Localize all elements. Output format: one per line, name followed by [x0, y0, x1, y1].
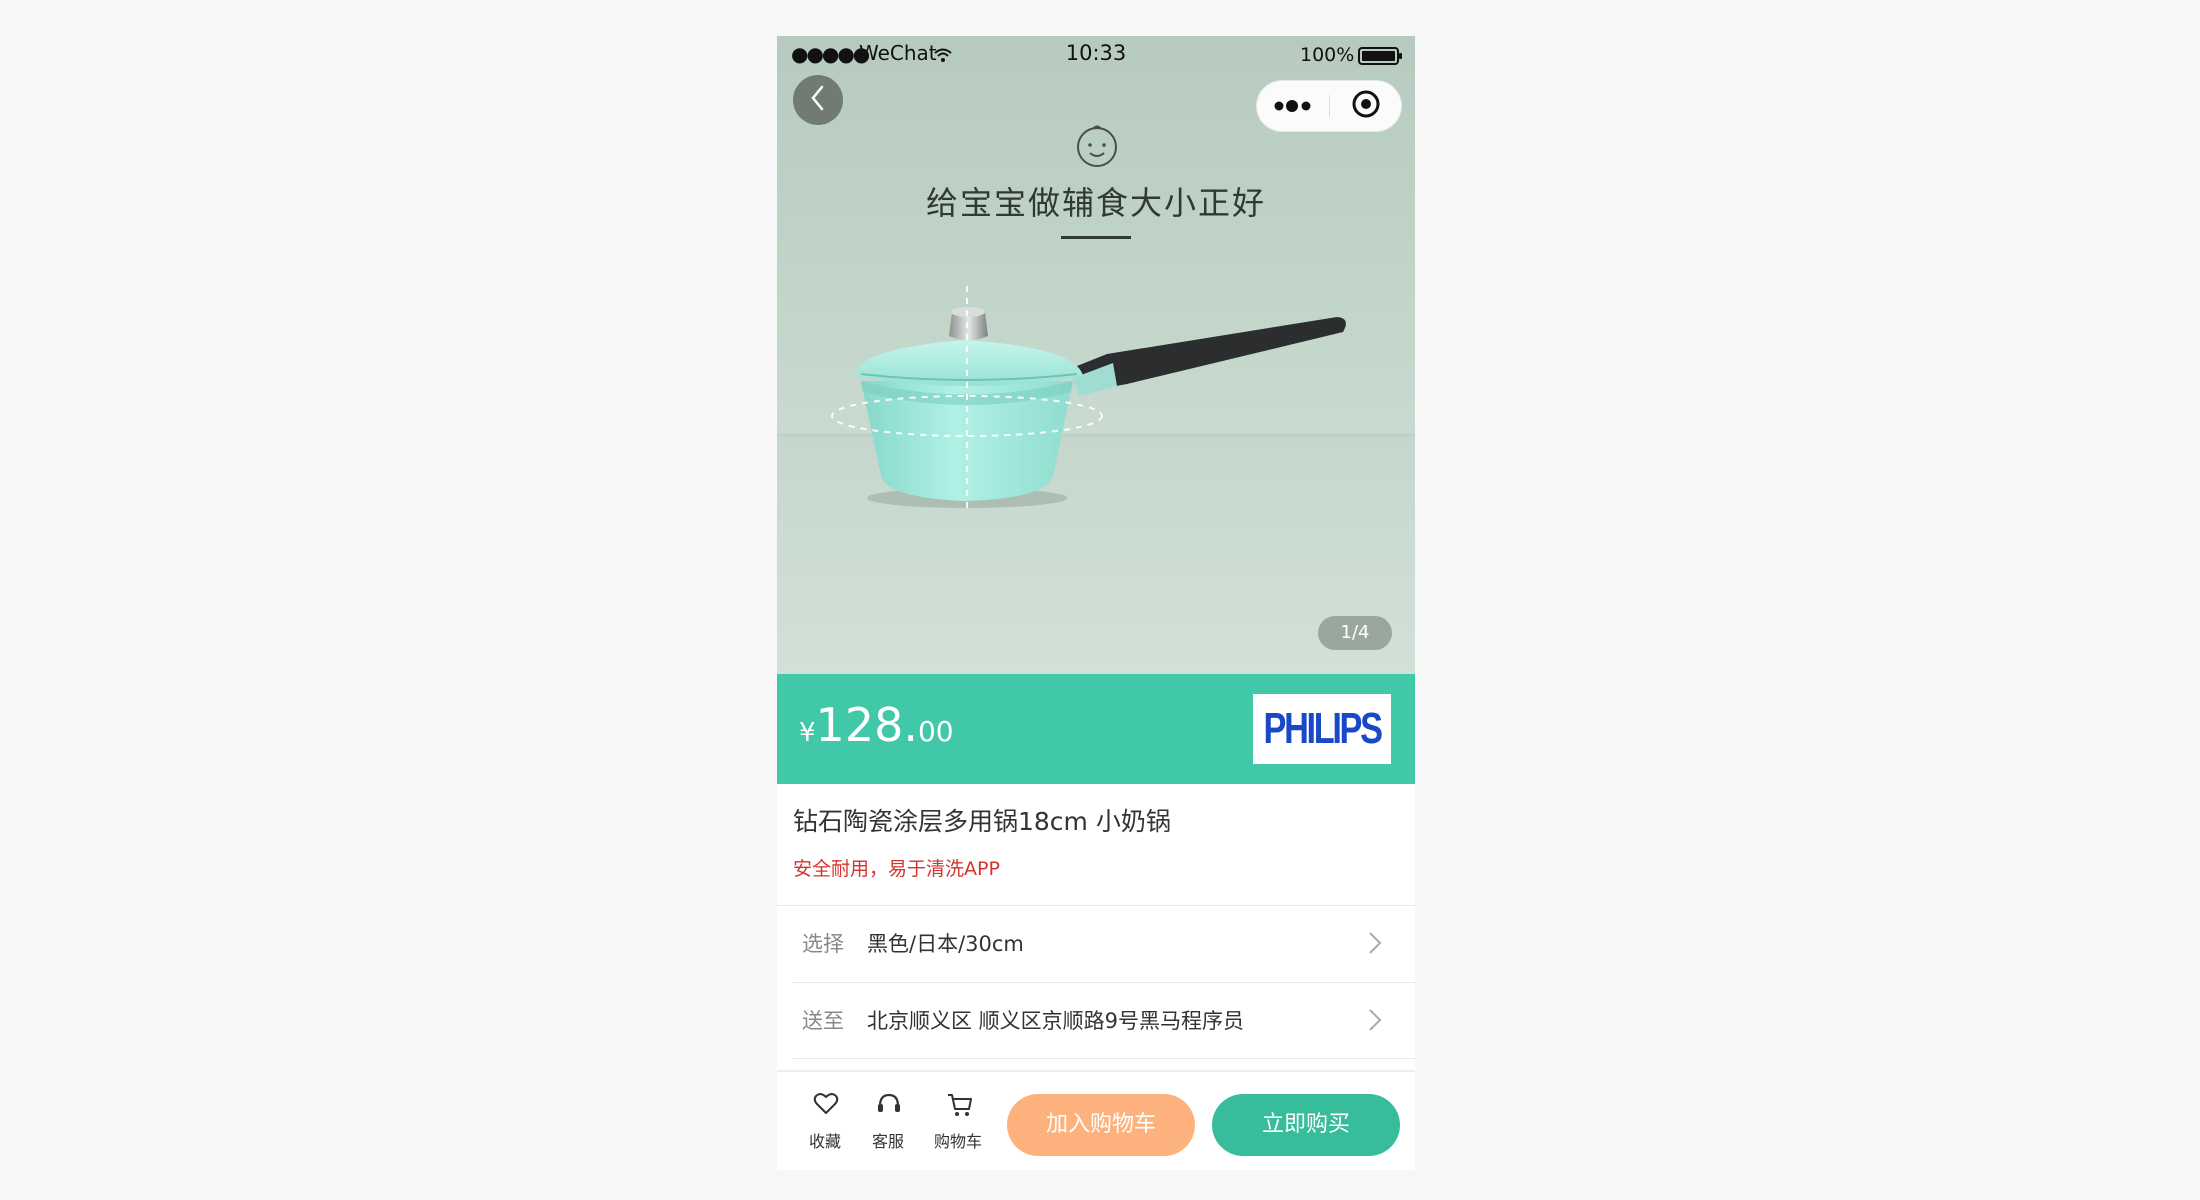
- spec-select-label: 选择: [802, 932, 844, 956]
- delivery-address-row[interactable]: 送至 北京顺义区 顺义区京顺路9号黑马程序员: [777, 983, 1415, 1059]
- price-decimal: 00: [917, 715, 954, 748]
- chevron-right-icon: [1367, 1007, 1383, 1037]
- cart-button[interactable]: 购物车: [925, 1070, 991, 1170]
- product-title: 钻石陶瓷涂层多用锅18cm 小奶锅: [793, 807, 1171, 836]
- delivery-label: 送至: [802, 1009, 844, 1033]
- wechat-mini-program-screen: ●●●●● WeChat 10:33 100% 给宝宝做辅食大小正好 1/4 ¥…: [777, 36, 1415, 1170]
- saucepan-illustration: [831, 286, 1346, 511]
- add-to-cart-button[interactable]: 加入购物车: [1007, 1094, 1195, 1156]
- delivery-address: 北京顺义区 顺义区京顺路9号黑马程序员: [867, 1009, 1245, 1033]
- brand-logo-text: PHILIPS: [1263, 704, 1382, 753]
- spec-select-value: 黑色/日本/30cm: [867, 932, 1024, 956]
- cart-label: 购物车: [933, 1132, 982, 1151]
- customer-service-label: 客服: [871, 1132, 904, 1151]
- product-price: ¥128.00: [799, 698, 954, 752]
- brand-logo: PHILIPS: [1253, 694, 1391, 764]
- spec-select-row[interactable]: 选择 黑色/日本/30cm: [777, 906, 1415, 982]
- price-bar: ¥128.00 PHILIPS: [777, 674, 1415, 784]
- chevron-right-icon: [1367, 930, 1383, 960]
- customer-service-button[interactable]: 客服: [855, 1070, 921, 1170]
- bottom-action-bar: 收藏 客服 购物车 加入购物车 立即购买: [777, 1070, 1415, 1170]
- image-pager-indicator: 1/4: [1318, 616, 1392, 650]
- price-integer: 128.: [815, 698, 918, 752]
- favorite-button[interactable]: 收藏: [792, 1070, 858, 1170]
- buy-now-button[interactable]: 立即购买: [1212, 1094, 1400, 1156]
- product-image-carousel[interactable]: ●●●●● WeChat 10:33 100% 给宝宝做辅食大小正好 1/4: [777, 36, 1415, 674]
- product-subtitle: 安全耐用，易于清洗APP: [793, 858, 1000, 880]
- favorite-label: 收藏: [808, 1132, 841, 1151]
- currency-symbol: ¥: [799, 718, 816, 748]
